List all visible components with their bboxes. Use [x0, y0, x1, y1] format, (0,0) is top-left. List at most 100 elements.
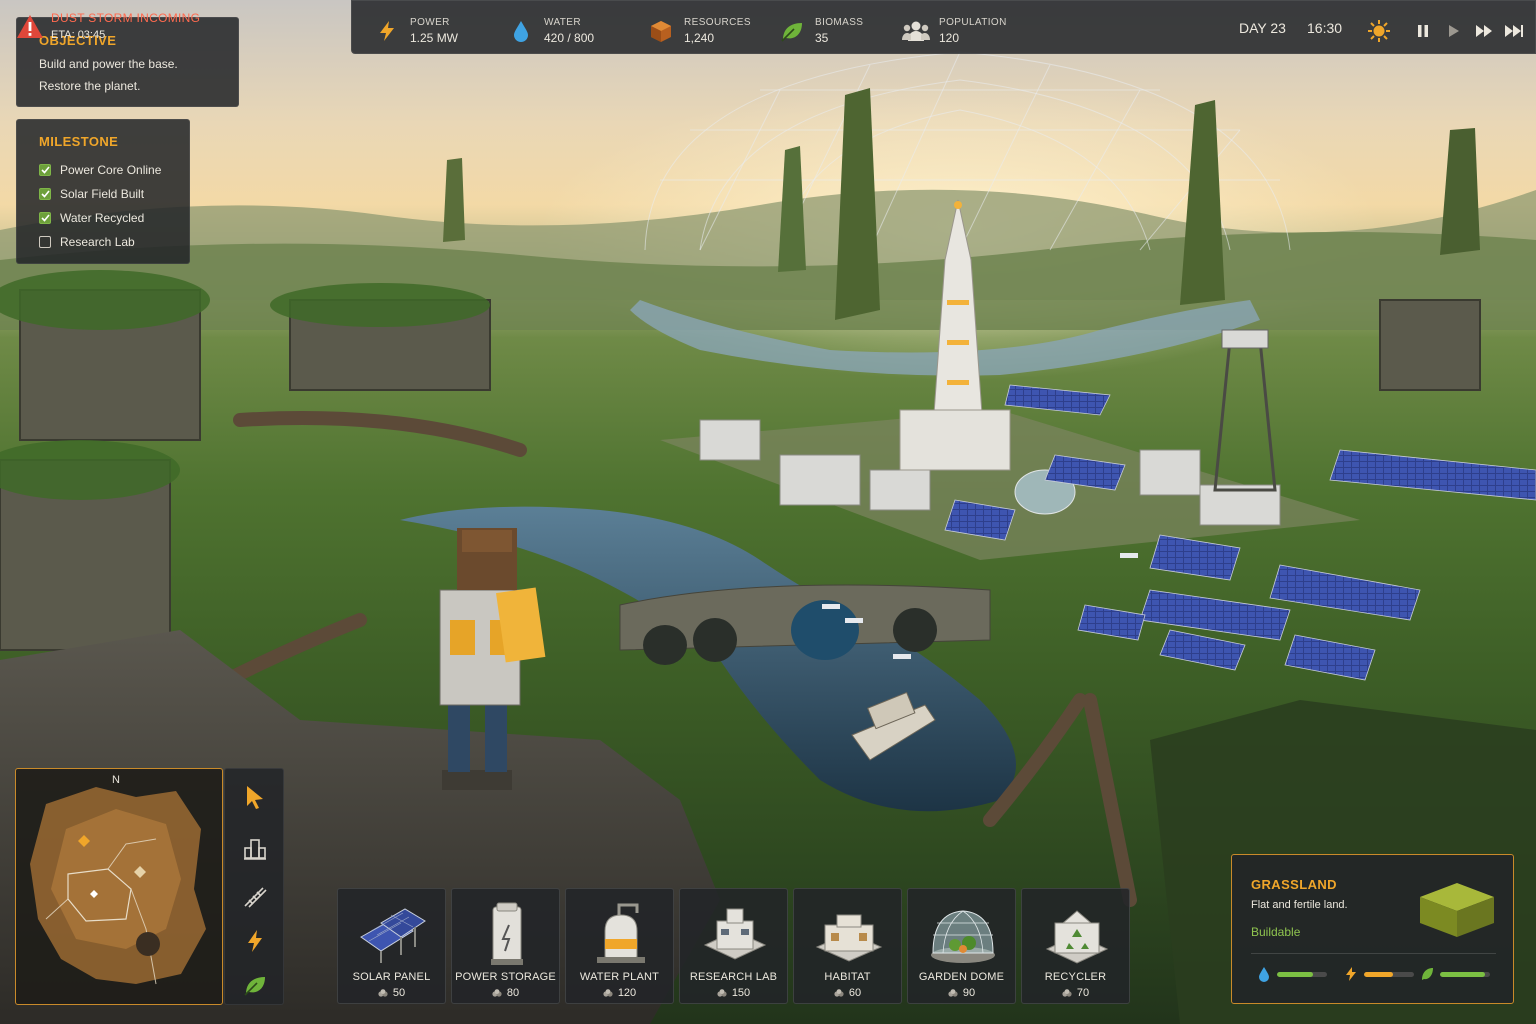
build-cost: 150 — [680, 987, 787, 999]
alert-eta: ETA: 03:45 — [51, 29, 106, 41]
road-icon — [244, 887, 267, 908]
battery-icon — [491, 902, 523, 965]
milestone-item: Solar Field Built — [39, 182, 167, 206]
milestone-label: Power Core Online — [60, 163, 162, 177]
stat-label: RESOURCES — [684, 17, 751, 28]
build-cost: 60 — [794, 987, 901, 999]
checkbox-checked — [39, 188, 51, 200]
stat-label: WATER — [544, 17, 581, 28]
recycler-icon — [1045, 910, 1109, 964]
resource-cost-icon — [948, 989, 958, 997]
milestone-label: Solar Field Built — [60, 187, 145, 201]
build-cost-value: 90 — [962, 987, 976, 999]
resource-cost-icon — [378, 989, 388, 997]
build-cost: 90 — [908, 987, 1015, 999]
milestone-panel: MILESTONE Power Core Online Solar Field … — [16, 119, 190, 264]
resource-cost-icon — [603, 989, 613, 997]
build-tool[interactable] — [239, 833, 271, 865]
fastest-icon — [1505, 25, 1523, 37]
nature-icon — [244, 977, 265, 996]
build-power-storage[interactable]: POWER STORAGE 80 — [451, 888, 560, 1004]
power-stat: POWER 1.25 MW — [372, 13, 458, 49]
resources-stat: RESOURCES 1,240 — [646, 13, 751, 49]
stone-bridge — [619, 584, 991, 665]
population-stat: POPULATION 120 — [901, 13, 1007, 49]
stat-value: 120 — [939, 31, 960, 45]
build-research-lab[interactable]: RESEARCH LAB 150 — [679, 888, 788, 1004]
sun-icon — [1367, 19, 1391, 43]
build-water-plant[interactable]: WATER PLANT 120 — [565, 888, 674, 1004]
stat-value: 35 — [815, 31, 829, 45]
water-level-bar — [1277, 972, 1327, 977]
fast-forward-button[interactable] — [1472, 19, 1496, 43]
build-cost-value: 70 — [1076, 987, 1090, 999]
build-menu: SOLAR PANEL 50 POWER STORAGE 80 WATER PL… — [337, 888, 1130, 1005]
building-icon — [244, 839, 266, 860]
power-level-fill — [1364, 972, 1393, 977]
build-cost-value: 60 — [848, 987, 862, 999]
nature-tool[interactable] — [239, 969, 271, 1001]
milestone-title: MILESTONE — [39, 134, 119, 149]
checkbox-unchecked — [39, 236, 51, 248]
warning-icon — [17, 15, 43, 38]
water-level-fill — [1277, 972, 1313, 977]
water-drop-icon — [1259, 967, 1269, 982]
alert-title: DUST STORM INCOMING — [51, 11, 201, 25]
stat-value: 420 / 800 — [544, 31, 595, 45]
lightning-icon — [372, 16, 402, 46]
cursor-icon — [247, 786, 263, 809]
build-habitat[interactable]: HABITAT 60 — [793, 888, 902, 1004]
minimap[interactable]: N — [15, 768, 223, 1005]
milestone-item: Power Core Online — [39, 158, 167, 182]
build-garden-dome[interactable]: GARDEN DOME 90 — [907, 888, 1016, 1004]
research-lab-icon — [703, 908, 767, 960]
checkmark-icon — [40, 166, 50, 174]
clock: 16:30 — [1307, 20, 1343, 36]
road-tool[interactable] — [239, 881, 271, 913]
objective-line: Build and power the base. — [39, 57, 178, 71]
objective-panel: OBJECTIVE Build and power the base. Rest… — [16, 17, 239, 107]
stat-label: POPULATION — [939, 17, 1007, 28]
build-cost: 80 — [452, 987, 559, 999]
leaf-icon — [1422, 968, 1433, 980]
build-name: GARDEN DOME — [918, 971, 1005, 983]
tile-title: GRASSLAND — [1251, 877, 1337, 892]
resource-cost-icon — [717, 989, 727, 997]
fastest-button[interactable] — [1502, 19, 1526, 43]
build-name: WATER PLANT — [579, 971, 660, 983]
habitat-icon — [815, 914, 883, 962]
power-level-bar — [1364, 972, 1414, 977]
checkbox-checked — [39, 164, 51, 176]
milestone-item: Research Lab — [39, 230, 167, 254]
play-button[interactable] — [1442, 19, 1466, 43]
crate-icon — [646, 16, 676, 46]
biomass-level-bar — [1440, 972, 1490, 977]
tool-palette — [224, 768, 284, 1005]
resource-cost-icon — [834, 989, 844, 997]
power-icon — [248, 930, 262, 952]
build-name: RECYCLER — [1044, 971, 1107, 983]
stat-label: BIOMASS — [815, 17, 864, 28]
build-cost-value: 80 — [506, 987, 520, 999]
resource-cost-icon — [492, 989, 502, 997]
objective-line: Restore the planet. — [39, 79, 141, 93]
water-stat: WATER 420 / 800 — [506, 13, 594, 49]
leaf-icon — [777, 16, 807, 46]
checkbox-checked — [39, 212, 51, 224]
fast-forward-icon — [1476, 25, 1492, 37]
power-tool[interactable] — [239, 925, 271, 957]
build-recycler[interactable]: RECYCLER 70 — [1021, 888, 1130, 1004]
tile-info-panel: GRASSLAND Flat and fertile land. Buildab… — [1231, 854, 1514, 1004]
build-solar-panel[interactable]: SOLAR PANEL 50 — [337, 888, 446, 1004]
stat-value: 1,240 — [684, 31, 715, 45]
build-name: RESEARCH LAB — [689, 971, 778, 983]
pause-button[interactable] — [1411, 19, 1435, 43]
select-tool[interactable] — [239, 781, 271, 813]
tile-description: Flat and fertile land. — [1251, 899, 1348, 911]
build-name: SOLAR PANEL — [352, 971, 431, 983]
build-cost: 50 — [338, 987, 445, 999]
lightning-icon — [1346, 967, 1356, 981]
resource-bar: POWER 1.25 MW WATER 420 / 800 RESOURCES 1,2… — [351, 0, 1536, 54]
garden-dome-icon — [931, 910, 995, 963]
build-cost: 120 — [566, 987, 673, 999]
